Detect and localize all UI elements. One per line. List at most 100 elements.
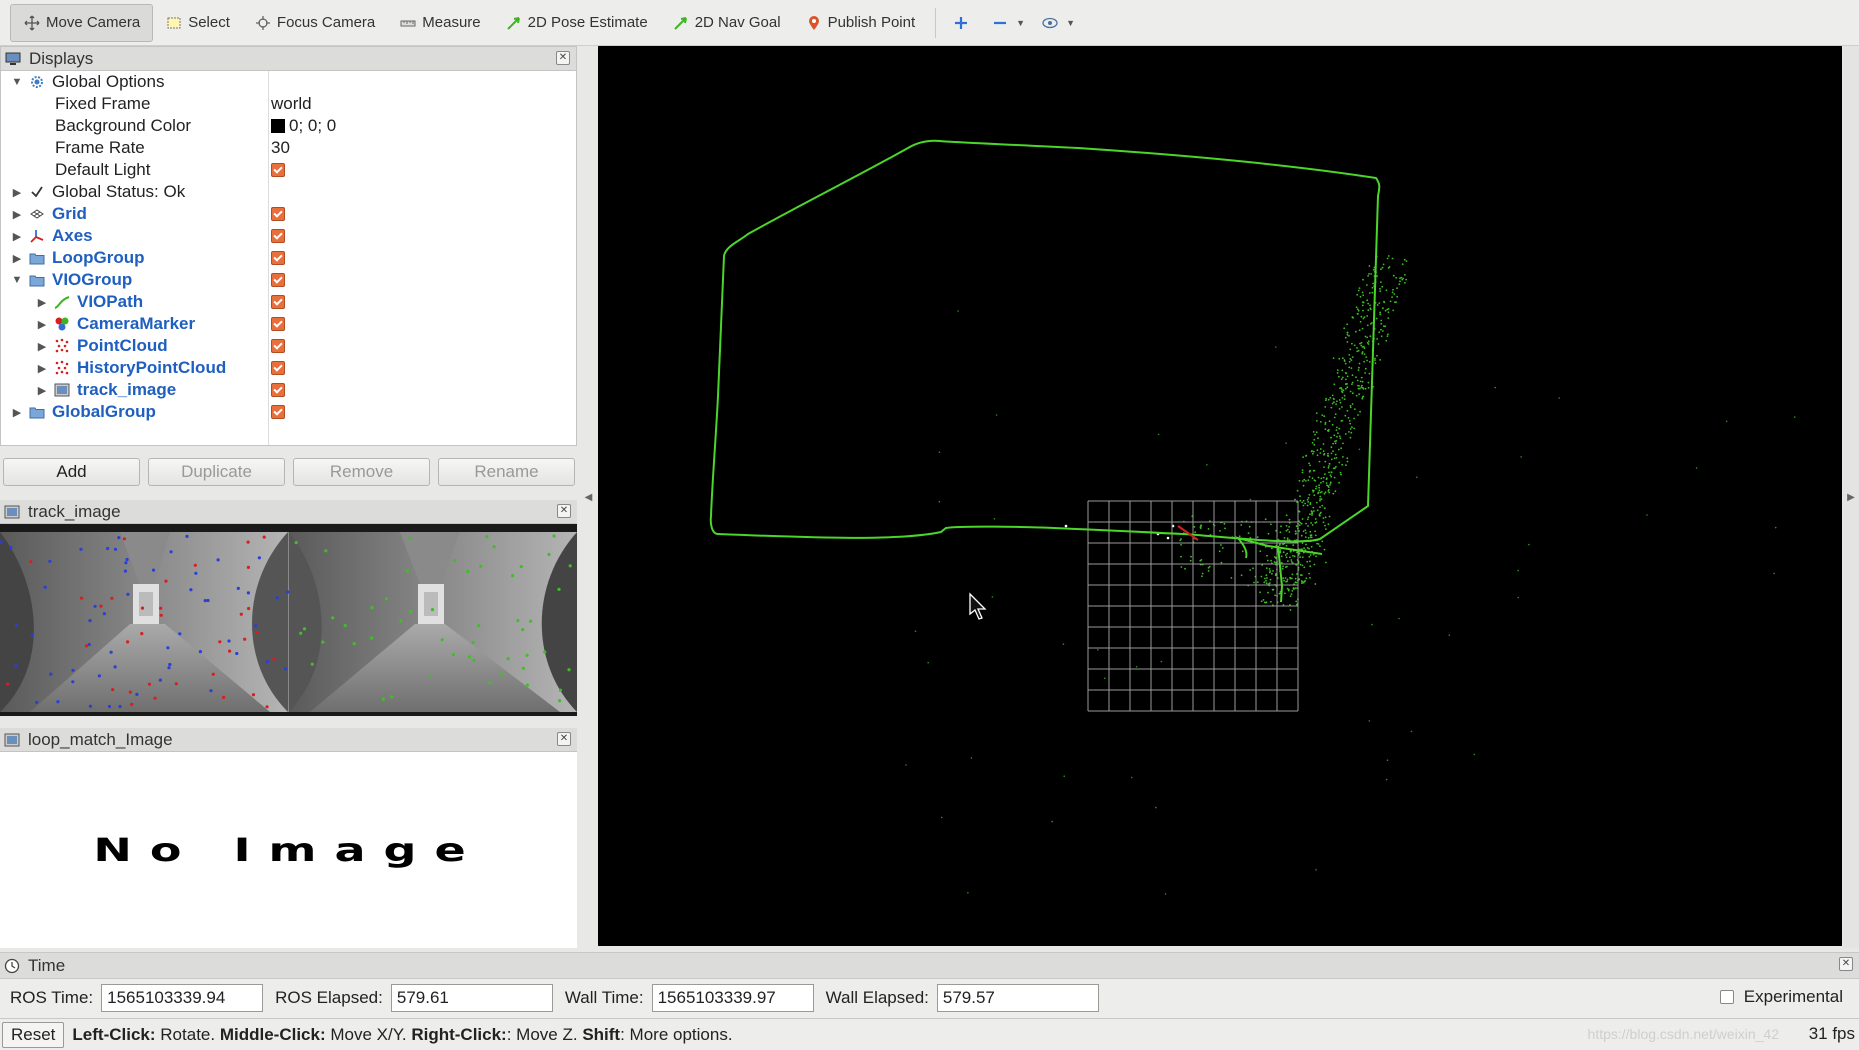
tree-row-frame-rate[interactable]: Frame Rate 30 bbox=[1, 137, 576, 159]
reset-button[interactable]: Reset bbox=[2, 1021, 65, 1048]
chevron-down-icon: ▼ bbox=[1016, 17, 1026, 28]
trajectory-scene bbox=[709, 139, 1796, 895]
gear-icon bbox=[29, 74, 45, 90]
status-help-text: Left-Click: Rotate. Middle-Click: Move X… bbox=[72, 1025, 732, 1045]
checkbox-checked-icon[interactable] bbox=[271, 317, 285, 331]
checkbox-checked-icon[interactable] bbox=[271, 383, 285, 397]
3d-render-viewport[interactable] bbox=[598, 46, 1842, 946]
background-color-text: 0; 0; 0 bbox=[289, 116, 337, 135]
checkbox-checked-icon[interactable] bbox=[271, 339, 285, 353]
collapsed-arrow-icon[interactable]: ▶ bbox=[36, 384, 48, 397]
tree-row-fixed-frame[interactable]: Fixed Frame world bbox=[1, 93, 576, 115]
collapsed-arrow-icon[interactable]: ▶ bbox=[36, 362, 48, 375]
background-color-value[interactable]: 0; 0; 0 bbox=[271, 116, 336, 136]
tree-row-cameramarker[interactable]: ▶ CameraMarker bbox=[1, 313, 576, 335]
collapsed-arrow-icon[interactable]: ▶ bbox=[36, 318, 48, 331]
checkbox-checked-icon[interactable] bbox=[271, 361, 285, 375]
viogroup-checkbox[interactable] bbox=[271, 273, 285, 287]
ros-elapsed-field[interactable]: 579.61 bbox=[390, 984, 553, 1012]
experimental-toggle[interactable]: Experimental bbox=[1719, 987, 1843, 1007]
axes-checkbox[interactable] bbox=[271, 229, 285, 243]
collapsed-arrow-icon[interactable]: ▶ bbox=[11, 406, 23, 419]
tree-row-global-status[interactable]: ▶ Global Status: Ok bbox=[1, 181, 576, 203]
checkmark-icon bbox=[29, 184, 45, 200]
expanded-arrow-icon[interactable]: ▼ bbox=[11, 274, 23, 286]
time-panel: Time ✕ ROS Time: 1565103339.94 ROS Elaps… bbox=[0, 952, 1859, 1018]
measure-tool[interactable]: Measure bbox=[387, 4, 492, 42]
ros-time-field[interactable]: 1565103339.94 bbox=[101, 984, 264, 1012]
wall-time-field[interactable]: 1565103339.97 bbox=[651, 984, 814, 1012]
checkbox-checked-icon[interactable] bbox=[271, 229, 285, 243]
tree-row-historypointcloud[interactable]: ▶ HistoryPointCloud bbox=[1, 357, 576, 379]
checkbox-checked-icon[interactable] bbox=[271, 163, 285, 177]
historypointcloud-checkbox[interactable] bbox=[271, 361, 285, 375]
viopath-checkbox[interactable] bbox=[271, 295, 285, 309]
remove-button[interactable]: Remove bbox=[293, 458, 430, 486]
close-icon[interactable]: ✕ bbox=[557, 732, 571, 746]
cameramarker-checkbox[interactable] bbox=[271, 317, 285, 331]
pose-estimate-tool[interactable]: 2D Pose Estimate bbox=[493, 4, 660, 42]
mouse-cursor-icon bbox=[969, 592, 987, 620]
checkbox-checked-icon[interactable] bbox=[271, 405, 285, 419]
frame-rate-value[interactable]: 30 bbox=[271, 138, 290, 158]
ruler-icon bbox=[399, 14, 417, 32]
view-tool-button[interactable]: ▼ bbox=[1033, 4, 1083, 42]
focus-camera-tool[interactable]: Focus Camera bbox=[242, 4, 387, 42]
tree-row-global-options[interactable]: ▼ Global Options bbox=[1, 71, 576, 93]
collapsed-arrow-icon[interactable]: ▶ bbox=[11, 186, 23, 199]
default-light-checkbox[interactable] bbox=[271, 163, 285, 177]
add-button[interactable]: Add bbox=[3, 458, 140, 486]
move-camera-tool[interactable]: Move Camera bbox=[10, 3, 154, 42]
collapsed-arrow-icon[interactable]: ▶ bbox=[11, 230, 23, 243]
collapsed-arrow-icon[interactable]: ▶ bbox=[11, 208, 23, 221]
close-icon[interactable]: ✕ bbox=[556, 51, 570, 65]
fixed-frame-value[interactable]: world bbox=[271, 94, 312, 114]
tree-row-pointcloud[interactable]: ▶ PointCloud bbox=[1, 335, 576, 357]
collapsed-arrow-icon[interactable]: ▶ bbox=[36, 296, 48, 309]
tree-row-axes[interactable]: ▶ Axes bbox=[1, 225, 576, 247]
close-icon[interactable]: ✕ bbox=[1839, 957, 1853, 971]
nav-goal-tool[interactable]: 2D Nav Goal bbox=[660, 4, 793, 42]
right-dock-handle[interactable]: ▶ bbox=[1843, 46, 1859, 948]
grid-checkbox[interactable] bbox=[271, 207, 285, 221]
wall-time-label: Wall Time: bbox=[564, 988, 644, 1007]
dock-splitter[interactable]: ◀ bbox=[580, 46, 597, 948]
image-icon bbox=[54, 382, 70, 398]
displays-title-bar: Displays ✕ bbox=[1, 47, 576, 71]
tree-row-loopgroup[interactable]: ▶ LoopGroup bbox=[1, 247, 576, 269]
tree-row-viopath[interactable]: ▶ VIOPath bbox=[1, 291, 576, 313]
marker-icon bbox=[54, 316, 70, 332]
collapsed-arrow-icon[interactable]: ▶ bbox=[36, 340, 48, 353]
checkbox-checked-icon[interactable] bbox=[271, 251, 285, 265]
tree-row-grid[interactable]: ▶ Grid bbox=[1, 203, 576, 225]
no-image-text: No Image bbox=[93, 831, 484, 869]
tree-row-background-color[interactable]: Background Color 0; 0; 0 bbox=[1, 115, 576, 137]
tree-row-globalgroup[interactable]: ▶ GlobalGroup bbox=[1, 401, 576, 423]
track-image-checkbox[interactable] bbox=[271, 383, 285, 397]
toolbar: Move Camera Select Focus Camera Measure … bbox=[0, 0, 1859, 46]
checkbox-checked-icon[interactable] bbox=[271, 273, 285, 287]
checkbox-checked-icon[interactable] bbox=[271, 207, 285, 221]
track-image-title-bar: track_image ✕ bbox=[0, 500, 577, 524]
publish-point-tool[interactable]: Publish Point bbox=[793, 4, 928, 42]
tree-row-track-image[interactable]: ▶ track_image bbox=[1, 379, 576, 401]
pointcloud-checkbox[interactable] bbox=[271, 339, 285, 353]
expanded-arrow-icon[interactable]: ▼ bbox=[11, 76, 23, 88]
checkbox-checked-icon[interactable] bbox=[271, 295, 285, 309]
select-tool[interactable]: Select bbox=[153, 4, 242, 42]
collapsed-arrow-icon[interactable]: ▶ bbox=[11, 252, 23, 265]
globalgroup-checkbox[interactable] bbox=[271, 405, 285, 419]
close-icon[interactable]: ✕ bbox=[557, 504, 571, 518]
rename-button[interactable]: Rename bbox=[438, 458, 575, 486]
loopgroup-checkbox[interactable] bbox=[271, 251, 285, 265]
add-tool-button[interactable] bbox=[944, 4, 983, 42]
global-options-label: Global Options bbox=[52, 72, 165, 91]
experimental-checkbox[interactable] bbox=[1719, 990, 1734, 1004]
remove-tool-button[interactable]: ▼ bbox=[983, 4, 1033, 42]
no-image-placeholder: No Image bbox=[0, 752, 577, 948]
wall-elapsed-field[interactable]: 579.57 bbox=[936, 984, 1099, 1012]
tree-row-viogroup[interactable]: ▼ VIOGroup bbox=[1, 269, 576, 291]
duplicate-button[interactable]: Duplicate bbox=[148, 458, 285, 486]
tree-row-default-light[interactable]: Default Light bbox=[1, 159, 576, 181]
color-swatch[interactable] bbox=[271, 119, 285, 133]
